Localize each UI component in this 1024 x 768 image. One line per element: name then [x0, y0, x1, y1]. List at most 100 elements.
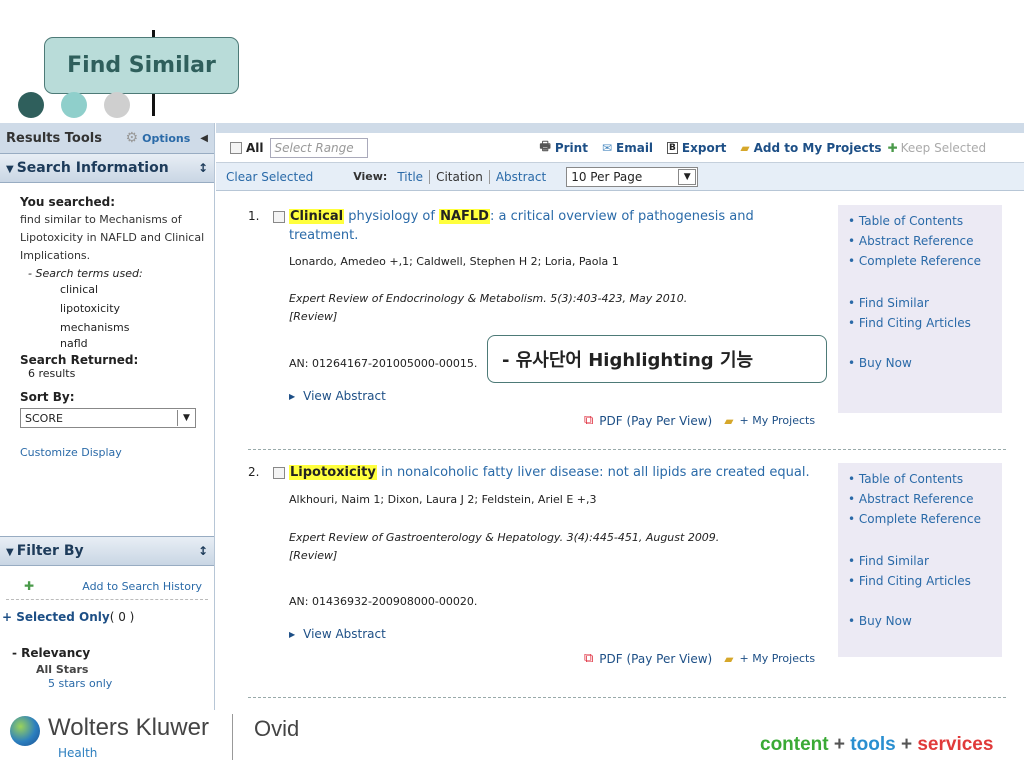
view-abstract-link[interactable]: View Abstract	[303, 627, 386, 641]
resize-arrows-icon[interactable]: ↕	[198, 161, 208, 175]
collapse-left-icon[interactable]: ◀	[200, 133, 208, 144]
options-link[interactable]: Options	[142, 132, 190, 145]
complete-reference-link[interactable]: • Complete Reference	[848, 251, 996, 271]
result-title-link[interactable]: Lipotoxicity in nonalcoholic fatty liver…	[289, 463, 834, 482]
bottom-line	[152, 94, 155, 116]
add-to-my-projects-button[interactable]: Add to My Projects	[754, 141, 882, 155]
top-strip	[216, 123, 1024, 133]
globe-logo-icon	[10, 716, 40, 746]
search-information-header[interactable]: ▼ Search Information ↕	[0, 153, 214, 183]
filter-by-title: Filter By	[16, 543, 84, 559]
highlight-callout: - 유사단어 Highlighting 기능	[487, 335, 827, 383]
find-citing-articles-link[interactable]: • Find Citing Articles	[848, 313, 996, 333]
buy-now-link[interactable]: • Buy Now	[848, 611, 996, 631]
brand-sub: Health	[58, 746, 98, 760]
brand-name: Wolters Kluwer	[48, 714, 209, 741]
result-checkbox[interactable]	[273, 467, 285, 479]
view-title-tab[interactable]: Title	[397, 169, 431, 184]
folder-icon: ▰	[740, 140, 750, 155]
buy-now-link[interactable]: • Buy Now	[848, 353, 996, 373]
result-checkbox[interactable]	[273, 211, 285, 223]
add-to-my-projects-link[interactable]: + My Projects	[739, 414, 815, 427]
tagline-tools: tools	[850, 734, 896, 755]
table-of-contents-link[interactable]: • Table of Contents	[848, 469, 996, 489]
results-toolbar: All Select Range 🖶 Print ✉ Email B Expor…	[216, 133, 1024, 163]
add-to-my-projects-link[interactable]: + My Projects	[739, 652, 815, 665]
tagline-services: services	[917, 734, 994, 755]
folder-icon: ▰	[724, 651, 734, 666]
history-icon: ✚	[24, 579, 35, 593]
result-authors: Lonardo, Amedeo +,1; Caldwell, Stephen H…	[289, 255, 619, 268]
all-stars-label[interactable]: All Stars	[36, 663, 214, 676]
pdf-icon: ⧉	[584, 651, 594, 666]
table-of-contents-link[interactable]: • Table of Contents	[848, 211, 996, 231]
triangle-right-icon: ▶	[289, 391, 296, 401]
results-tools-title: Results Tools	[6, 130, 102, 146]
dot-gray	[104, 92, 130, 118]
chevron-down-icon: ▼	[177, 410, 195, 426]
sort-select-value: SCORE	[25, 411, 63, 425]
view-abstract-link[interactable]: View Abstract	[303, 389, 386, 403]
print-icon: 🖶	[539, 139, 551, 153]
result-item-2: 2. Lipotoxicity in nonalcoholic fatty li…	[216, 463, 1024, 693]
per-page-select[interactable]: 10 Per Page ▼	[566, 166, 699, 187]
per-page-value: 10 Per Page	[571, 169, 643, 184]
relevancy-label[interactable]: - Relevancy	[12, 646, 214, 660]
select-all-label: All	[246, 140, 264, 155]
customize-display-link[interactable]: Customize Display	[20, 446, 208, 459]
dot-dark	[18, 92, 44, 118]
result-accession-number: AN: 01436932-200908000-00020.	[289, 595, 478, 608]
results-main: All Select Range 🖶 Print ✉ Email B Expor…	[216, 123, 1024, 710]
pdf-link[interactable]: PDF (Pay Per View)	[599, 414, 712, 428]
abstract-reference-link[interactable]: • Abstract Reference	[848, 231, 996, 251]
tagline-content: content	[760, 734, 829, 755]
add-to-search-history-link[interactable]: Add to Search History	[82, 580, 202, 593]
highlight-term: Clinical	[289, 209, 345, 224]
sort-select[interactable]: SCORE ▼	[20, 408, 196, 428]
email-icon: ✉	[601, 140, 613, 155]
view-citation-tab[interactable]: Citation	[430, 169, 490, 184]
you-searched-text: find similar to Mechanisms of Lipotoxici…	[20, 213, 205, 262]
product-name: Ovid	[254, 716, 300, 741]
selected-only-link[interactable]: + Selected Only	[2, 610, 110, 624]
clear-selected-link[interactable]: Clear Selected	[226, 170, 313, 184]
find-similar-link[interactable]: • Find Similar	[848, 293, 996, 313]
result-title-text: physiology of	[344, 209, 440, 224]
result-number: 2.	[248, 465, 260, 479]
select-all-checkbox[interactable]	[230, 141, 242, 154]
filter-by-header[interactable]: ▼ Filter By ↕	[0, 536, 214, 566]
keep-selected-button[interactable]: Keep Selected	[901, 141, 987, 155]
tagline-plus: +	[900, 734, 913, 755]
result-type: [Review]	[289, 549, 338, 562]
folder-icon: ▰	[724, 413, 734, 428]
pdf-icon: ⧉	[584, 413, 594, 428]
email-button[interactable]: Email	[616, 141, 653, 155]
selected-only-count: ( 0 )	[109, 610, 135, 624]
triangle-right-icon: ▶	[289, 629, 296, 639]
gear-icon[interactable]: ⚙	[126, 130, 139, 146]
export-icon: B	[667, 141, 678, 154]
footer: Wolters Kluwer Health Ovid content + too…	[0, 710, 1024, 768]
slide-title: Find Similar	[44, 37, 239, 94]
find-citing-articles-link[interactable]: • Find Citing Articles	[848, 571, 996, 591]
term-item: clinical	[60, 283, 99, 296]
you-searched-label: You searched:	[20, 195, 116, 209]
footer-divider	[232, 714, 233, 760]
result-accession-number: AN: 01264167-201005000-00015.	[289, 357, 478, 370]
keep-icon: ✚	[887, 140, 898, 155]
highlight-term: NAFLD	[439, 209, 490, 224]
chevron-down-icon: ▼	[678, 168, 697, 185]
print-button[interactable]: Print	[555, 141, 588, 155]
term-item: lipotoxicity	[60, 302, 121, 315]
resize-arrows-icon[interactable]: ↕	[198, 544, 208, 558]
result-source: Expert Review of Endocrinology & Metabol…	[289, 292, 688, 305]
pdf-link[interactable]: PDF (Pay Per View)	[599, 652, 712, 666]
abstract-reference-link[interactable]: • Abstract Reference	[848, 489, 996, 509]
view-abstract-tab[interactable]: Abstract	[490, 170, 552, 184]
five-stars-link[interactable]: 5 stars only	[48, 677, 214, 690]
result-title-link[interactable]: Clinical physiology of NAFLD: a critical…	[289, 207, 809, 245]
export-button[interactable]: Export	[682, 141, 726, 155]
complete-reference-link[interactable]: • Complete Reference	[848, 509, 996, 529]
find-similar-link[interactable]: • Find Similar	[848, 551, 996, 571]
select-range-input[interactable]: Select Range	[269, 137, 368, 158]
